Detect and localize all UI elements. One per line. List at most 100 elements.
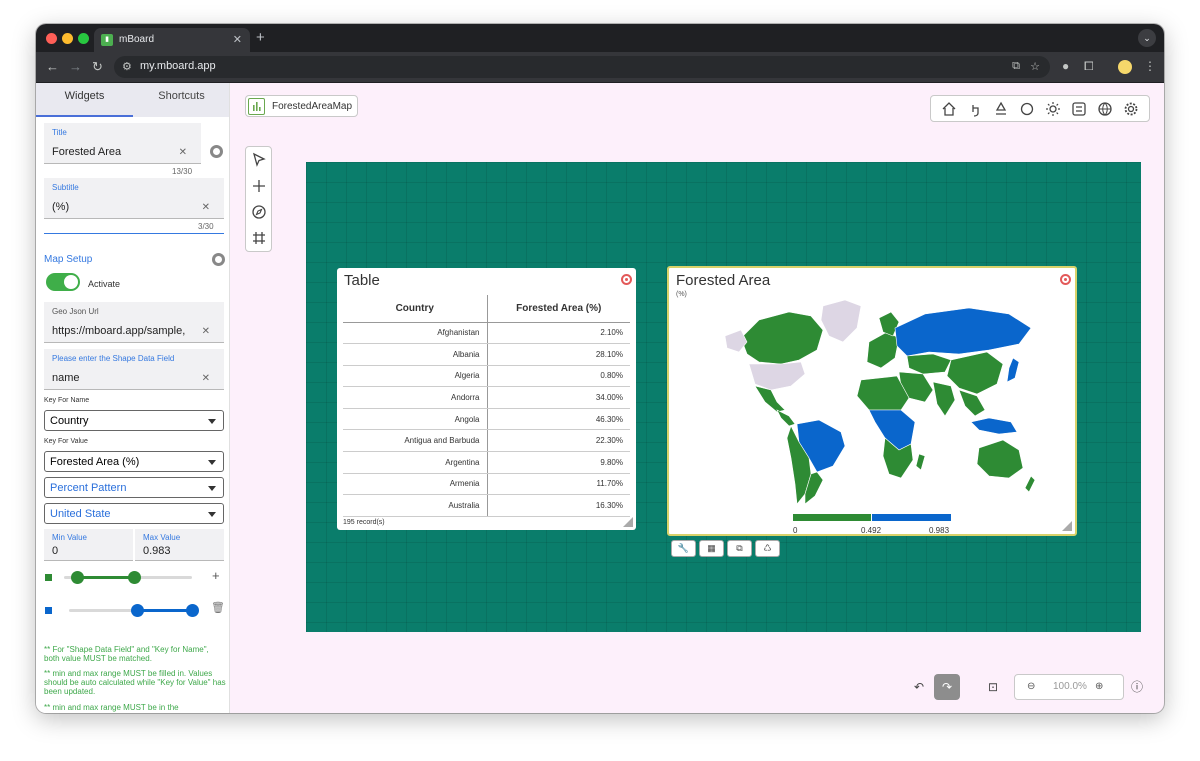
key-value-select[interactable]: Forested Area (%) <box>44 451 224 472</box>
table-row[interactable]: Andorra 34.00% <box>343 386 630 409</box>
column-header[interactable]: Forested Area (%) <box>487 295 630 323</box>
title-options-ring-icon[interactable] <box>210 145 223 158</box>
map-widget-title: Forested Area <box>676 272 771 289</box>
new-tab-icon[interactable]: + <box>256 29 265 46</box>
pattern-select[interactable]: Percent Pattern <box>44 477 224 498</box>
table-row[interactable]: Afghanistan 2.10% <box>343 322 630 345</box>
zoom-in-icon[interactable]: ⊕ <box>1095 681 1103 692</box>
slider-min-thumb[interactable] <box>70 571 84 584</box>
browser-tab[interactable]: ▮ mBoard ✕ <box>94 28 250 52</box>
duplicate-widget-button[interactable]: ⧉ <box>727 540 752 557</box>
recycle-icon[interactable] <box>993 101 1009 117</box>
globe-icon[interactable] <box>1097 101 1113 117</box>
max-value-field[interactable]: Max Value 0.983 <box>135 529 224 561</box>
title-field[interactable]: Title Forested Area ✕ <box>44 123 201 164</box>
min-value-field[interactable]: Min Value 0 <box>44 529 133 561</box>
maximize-window-button[interactable] <box>78 33 89 44</box>
zoom-out-icon[interactable]: ⊖ <box>1027 681 1035 692</box>
resize-handle-icon[interactable] <box>1062 521 1072 531</box>
activate-toggle[interactable] <box>46 273 80 291</box>
tap-pointer-icon[interactable] <box>967 101 983 117</box>
column-header[interactable]: Country <box>343 295 488 323</box>
gear-icon[interactable] <box>1123 101 1139 117</box>
arrange-widget-button[interactable]: ▦ <box>699 540 724 557</box>
slider-min-thumb[interactable] <box>130 604 144 617</box>
map-name-chip[interactable]: ForestedAreaMap <box>245 95 358 117</box>
tab-shortcuts[interactable]: Shortcuts <box>133 83 229 117</box>
close-window-button[interactable] <box>46 33 57 44</box>
extensions-icon[interactable]: ⧠ <box>1084 59 1094 74</box>
table-row[interactable]: Argentina 9.80% <box>343 451 630 474</box>
subtitle-field[interactable]: Subtitle (%) ✕ <box>44 178 224 219</box>
map-region-usa <box>748 361 806 391</box>
slider-max-thumb[interactable] <box>186 604 199 617</box>
region-select[interactable]: United State <box>44 503 224 524</box>
table-row[interactable]: Algeria 0.80% <box>343 365 630 388</box>
grid-hash-icon[interactable] <box>251 230 267 246</box>
green-color-swatch[interactable] <box>45 574 52 581</box>
table-widget[interactable]: Table Country Forested Area (%) Afghanis… <box>337 268 636 530</box>
dashboard-canvas[interactable]: Table Country Forested Area (%) Afghanis… <box>306 162 1141 632</box>
undo-button[interactable]: ↶ <box>906 674 932 700</box>
map-widget-subtitle: (%) <box>676 291 687 298</box>
record-icon[interactable]: ● <box>1062 59 1069 73</box>
key-name-select[interactable]: Country <box>44 410 224 431</box>
circle-icon[interactable] <box>1019 101 1035 117</box>
clear-shape-icon[interactable]: ✕ <box>202 373 210 384</box>
blue-range-slider[interactable] <box>69 604 199 617</box>
omnibox[interactable]: ⚙ my.mboard.app ⧉ ☆ <box>114 56 1050 78</box>
wrench-icon: 🔧 <box>677 543 690 553</box>
redo-button[interactable]: ↷ <box>934 674 960 700</box>
country-cell: Albania <box>343 343 488 366</box>
chevron-down-icon <box>208 419 216 424</box>
legend-bar-low <box>793 514 871 521</box>
add-icon[interactable] <box>251 178 267 194</box>
table-row[interactable]: Antigua and Barbuda 22.30% <box>343 429 630 453</box>
widgets-list-icon[interactable] <box>1071 101 1087 117</box>
edit-widget-button[interactable]: 🔧 <box>671 540 696 557</box>
chevron-down-icon <box>208 460 216 465</box>
geojson-url-field[interactable]: Geo Json Url https://mboard.app/sample, … <box>44 302 224 343</box>
home-icon[interactable] <box>941 101 957 117</box>
resize-handle-icon[interactable] <box>623 517 633 527</box>
map-widget[interactable]: Forested Area (%) 0 0.492 0.983 <box>667 266 1077 536</box>
tab-widgets[interactable]: Widgets <box>36 83 133 117</box>
key-name-label: Key For Name <box>44 397 90 404</box>
back-icon[interactable]: ← <box>46 59 59 74</box>
add-range-icon[interactable]: + <box>212 568 220 583</box>
close-tab-icon[interactable]: ✕ <box>233 33 242 46</box>
green-range-slider[interactable] <box>64 571 192 584</box>
recycle-widget-button[interactable]: ♺ <box>755 540 780 557</box>
fit-screen-button[interactable]: ⊡ <box>980 674 1006 700</box>
minimize-window-button[interactable] <box>62 33 73 44</box>
clear-subtitle-icon[interactable]: ✕ <box>202 202 210 213</box>
slider-max-thumb[interactable] <box>128 571 142 584</box>
target-icon[interactable] <box>1060 274 1071 285</box>
table-row[interactable]: Armenia 11.70% <box>343 473 630 496</box>
reload-icon[interactable]: ↻ <box>92 59 103 75</box>
site-info-icon[interactable]: ⚙ <box>122 60 132 73</box>
profile-avatar[interactable] <box>1118 60 1132 74</box>
clear-geojson-icon[interactable]: ✕ <box>202 326 210 337</box>
world-choropleth-map[interactable] <box>719 298 1039 508</box>
map-setup-ring-icon[interactable] <box>212 253 225 266</box>
tab-search-icon[interactable]: ⌄ <box>1138 29 1156 47</box>
cast-icon[interactable]: ⧉ <box>1012 60 1020 73</box>
table-row[interactable]: Albania 28.10% <box>343 343 630 366</box>
shape-data-field[interactable]: Please enter the Shape Data Field name ✕ <box>44 349 224 390</box>
help-button[interactable]: ⓘ <box>1124 674 1150 700</box>
delete-range-icon[interactable]: 🗑 <box>211 601 225 614</box>
sun-icon[interactable] <box>1045 101 1061 117</box>
compass-icon[interactable] <box>251 204 267 220</box>
bookmark-star-icon[interactable]: ☆ <box>1030 60 1040 73</box>
forward-icon[interactable]: → <box>69 59 82 74</box>
table-row[interactable]: Australia 16.30% <box>343 494 630 517</box>
table-row[interactable]: Angola 46.30% <box>343 408 630 431</box>
blue-color-swatch[interactable] <box>45 607 52 614</box>
map-region-alaska <box>724 329 748 353</box>
clear-title-icon[interactable]: ✕ <box>179 147 187 158</box>
select-pointer-icon[interactable] <box>251 152 267 168</box>
browser-menu-icon[interactable]: ⋮ <box>1144 59 1156 73</box>
forested-area-cell: 2.10% <box>487 322 630 345</box>
target-icon[interactable] <box>621 274 632 285</box>
